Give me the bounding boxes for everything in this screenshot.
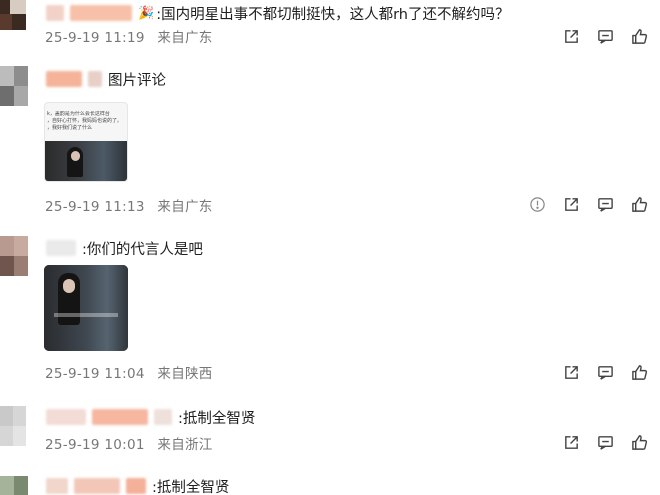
image-caption: k，盖韵是为什么会长这样台 ，自好心打怀，我妈妈也说的了。 ，我好我们说了什么 xyxy=(47,111,123,131)
comment-icon[interactable] xyxy=(596,433,614,451)
avatar[interactable] xyxy=(0,236,28,276)
comment-image[interactable]: k，盖韵是为什么会长这样台 ，自好心打怀，我妈妈也说的了。 ，我好我们说了什么 xyxy=(44,102,128,182)
comment-item: :抵制全智贤 25-9-19 10:01 来自浙江 xyxy=(0,400,660,458)
comment-date: 25-9-19 10:01 xyxy=(45,437,145,453)
avatar[interactable] xyxy=(0,66,28,106)
like-icon[interactable] xyxy=(630,433,648,451)
comment-icon[interactable] xyxy=(596,27,614,45)
username-redacted[interactable] xyxy=(126,478,146,494)
username-redacted[interactable] xyxy=(46,240,76,256)
username-redacted[interactable] xyxy=(74,478,120,494)
share-icon[interactable] xyxy=(562,27,580,45)
comment-text: :抵制全智贤 xyxy=(152,479,230,495)
comment-text: :抵制全智贤 xyxy=(178,410,256,427)
username-redacted[interactable] xyxy=(154,409,172,425)
like-icon[interactable] xyxy=(630,195,648,213)
comment-actions xyxy=(546,361,648,383)
comment-location: 来自广东 xyxy=(157,30,213,46)
share-icon[interactable] xyxy=(562,363,580,381)
username-redacted[interactable] xyxy=(70,5,132,21)
comment-text: :你们的代言人是吧 xyxy=(82,241,203,258)
comment-header: :抵制全智贤 xyxy=(46,406,255,428)
image-photo xyxy=(45,141,127,181)
comment-date: 25-9-19 11:19 xyxy=(45,30,145,46)
comment-actions xyxy=(512,193,648,215)
username-redacted[interactable] xyxy=(88,71,102,87)
comment-header: :你们的代言人是吧 xyxy=(46,237,203,259)
comment-date: 25-9-19 11:13 xyxy=(45,199,145,215)
avatar[interactable] xyxy=(0,476,28,495)
comment-text: :国内明星出事不都切制挺快，这人都rh了还不解约吗？ xyxy=(156,6,510,23)
comment-actions xyxy=(546,431,648,453)
avatar[interactable] xyxy=(0,406,26,446)
username-redacted[interactable] xyxy=(92,409,148,425)
comment-icon[interactable] xyxy=(596,195,614,213)
comment-image[interactable] xyxy=(44,265,128,351)
username-redacted[interactable] xyxy=(46,71,82,87)
comment-location: 来自广东 xyxy=(157,199,213,215)
username-redacted[interactable] xyxy=(46,5,64,21)
like-icon[interactable] xyxy=(630,27,648,45)
comment-actions xyxy=(546,25,648,47)
like-icon[interactable] xyxy=(630,363,648,381)
comment-meta: 25-9-19 11:13 来自广东 xyxy=(45,195,213,215)
comment-meta: 25-9-19 10:01 来自浙江 xyxy=(45,433,213,453)
comment-item: :抵制全智贤 xyxy=(0,470,660,495)
comment-icon[interactable] xyxy=(596,363,614,381)
comment-item: :你们的代言人是吧 25-9-19 11:04 来自陕西 xyxy=(0,230,660,390)
comment-item: 图片评论 k，盖韵是为什么会长这样台 ，自好心打怀，我妈妈也说的了。 ，我好我们… xyxy=(0,60,660,220)
comment-header: 🎉 :国内明星出事不都切制挺快，这人都rh了还不解约吗？ xyxy=(46,2,509,24)
username-redacted[interactable] xyxy=(46,409,86,425)
comment-text: 图片评论 xyxy=(108,72,166,89)
comment-location: 来自陕西 xyxy=(157,366,213,382)
comment-header: :抵制全智贤 xyxy=(46,475,229,495)
info-icon[interactable] xyxy=(528,195,546,213)
comment-meta: 25-9-19 11:19 来自广东 xyxy=(45,26,213,46)
comment-meta: 25-9-19 11:04 来自陕西 xyxy=(45,362,213,382)
comment-item: 🎉 :国内明星出事不都切制挺快，这人都rh了还不解约吗？ 25-9-19 11:… xyxy=(0,0,660,55)
share-icon[interactable] xyxy=(562,195,580,213)
comment-location: 来自浙江 xyxy=(157,437,213,453)
comment-date: 25-9-19 11:04 xyxy=(45,366,145,382)
avatar[interactable] xyxy=(0,0,26,30)
comment-header: 图片评论 xyxy=(46,68,166,90)
share-icon[interactable] xyxy=(562,433,580,451)
emoji-icon: 🎉 xyxy=(138,5,155,21)
username-redacted[interactable] xyxy=(46,478,68,494)
